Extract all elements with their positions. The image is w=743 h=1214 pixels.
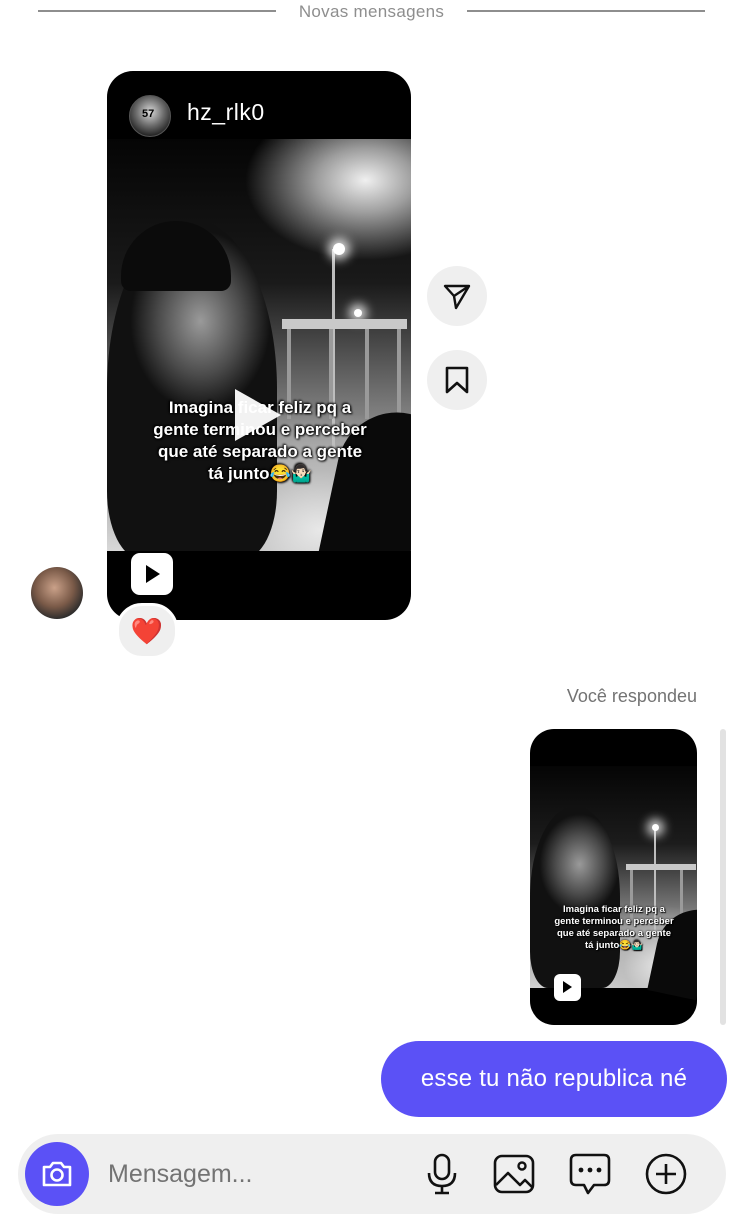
shared-reel-card[interactable]: 57 hz_rlk0 Imagina ficar feliz pq a gent… bbox=[107, 71, 411, 620]
new-messages-separator: Novas mensagens bbox=[0, 2, 743, 22]
save-button[interactable] bbox=[427, 350, 487, 410]
reels-icon bbox=[554, 974, 581, 1001]
paper-plane-icon bbox=[443, 284, 471, 310]
voice-message-button[interactable] bbox=[420, 1152, 464, 1196]
person-silhouette bbox=[530, 806, 620, 988]
outgoing-message-text: esse tu não republica né bbox=[420, 1065, 688, 1092]
thumbnail-frame bbox=[530, 766, 697, 1001]
lamp-light bbox=[354, 309, 362, 317]
caption-line: que até separado a gente bbox=[157, 442, 363, 461]
reaction-emoji: ❤️ bbox=[130, 615, 164, 646]
bookmark-icon bbox=[445, 366, 469, 394]
lamp-light bbox=[652, 824, 659, 831]
share-button[interactable] bbox=[427, 266, 487, 326]
reels-play-glyph bbox=[563, 981, 572, 993]
new-messages-label: Novas mensagens bbox=[288, 2, 455, 21]
caption-line: gente terminou e perceber bbox=[554, 916, 674, 927]
sender-avatar[interactable] bbox=[31, 567, 83, 619]
play-icon[interactable] bbox=[235, 389, 281, 441]
image-icon bbox=[493, 1154, 535, 1194]
caption-line: que até separado a gente bbox=[556, 928, 672, 939]
microphone-icon bbox=[427, 1153, 457, 1195]
reel-author-username[interactable]: hz_rlk0 bbox=[187, 99, 265, 126]
heart-reaction[interactable]: ❤️ bbox=[116, 603, 178, 659]
thumbnail-caption: Imagina ficar feliz pq a gente terminou … bbox=[544, 904, 684, 952]
caption-line: tá junto😂🤷🏻‍♂️ bbox=[585, 940, 643, 951]
avatar-badge-number: 57 bbox=[142, 108, 155, 120]
you-replied-label: Você respondeu bbox=[566, 686, 697, 706]
reel-video-frame[interactable]: Imagina ficar feliz pq a gente terminou … bbox=[107, 139, 411, 551]
scrollbar[interactable] bbox=[720, 729, 726, 1025]
reel-author-avatar[interactable]: 57 bbox=[129, 95, 171, 137]
more-options-button[interactable] bbox=[644, 1152, 688, 1196]
outgoing-message-bubble[interactable]: esse tu não republica né bbox=[381, 1041, 727, 1117]
shelter-post bbox=[397, 329, 401, 419]
replied-reel-thumbnail[interactable]: Imagina ficar feliz pq a gente terminou … bbox=[530, 729, 697, 1025]
camera-icon bbox=[42, 1161, 72, 1187]
reels-icon bbox=[131, 553, 173, 595]
sticker-button[interactable] bbox=[568, 1152, 612, 1196]
caption-line: tá junto😂🤷🏻‍♂️ bbox=[208, 464, 312, 483]
reel-header: 57 hz_rlk0 bbox=[107, 71, 411, 139]
bus-shelter-roof bbox=[626, 864, 696, 870]
plus-circle-icon bbox=[645, 1153, 687, 1195]
lamp-light bbox=[333, 243, 345, 255]
gallery-button[interactable] bbox=[492, 1152, 536, 1196]
chat-bubble-icon bbox=[569, 1153, 611, 1195]
message-input[interactable] bbox=[106, 1156, 400, 1192]
reels-play-glyph bbox=[146, 565, 160, 583]
caption-line: Imagina ficar feliz pq a bbox=[563, 904, 665, 915]
bus-shelter-roof bbox=[282, 319, 407, 329]
camera-button[interactable] bbox=[25, 1142, 89, 1206]
